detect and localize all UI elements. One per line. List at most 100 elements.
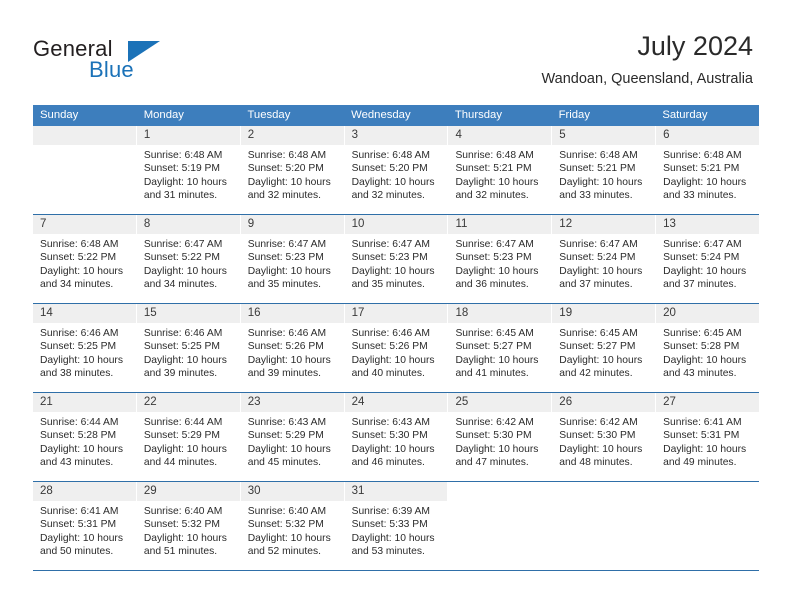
day-number: 19 [559, 307, 573, 319]
day-number-bar: 7 [33, 215, 136, 234]
calendar-day-cell[interactable]: 21 Sunrise: 6:44 AM Sunset: 5:28 PM Dayligh… [33, 393, 137, 481]
sunrise-text: Sunrise: 6:41 AM [663, 417, 742, 428]
day-number-bar: 26 [552, 393, 656, 412]
weekday-header-sunday: Sunday [40, 109, 79, 121]
sunrise-text: Sunrise: 6:40 AM [247, 506, 327, 517]
day-details: Sunrise: 6:40 AM Sunset: 5:32 PM Daylight:… [137, 501, 240, 559]
sunrise-text: Sunrise: 6:46 AM [247, 328, 327, 339]
calendar-day-cell[interactable]: 6 Sunrise: 6:48 AM Sunset: 5:21 PM Daylight… [656, 126, 760, 214]
sunrise-text: Sunrise: 6:43 AM [247, 417, 327, 428]
daylight-text-line2: and 36 minutes. [455, 279, 529, 291]
day-number: 5 [559, 129, 566, 141]
sunrise-text: Sunrise: 6:45 AM [663, 328, 742, 339]
day-details: Sunrise: 6:47 AM Sunset: 5:23 PM Daylight:… [241, 234, 344, 292]
day-number: 9 [247, 218, 255, 230]
sunrise-text: Sunrise: 6:48 AM [247, 150, 327, 161]
calendar-day-cell[interactable]: 17 Sunrise: 6:46 AM Sunset: 5:26 PM Dayligh… [344, 304, 449, 392]
daylight-text-line1: Daylight: 10 hours [455, 443, 539, 455]
daylight-text-line1: Daylight: 10 hours [559, 176, 643, 188]
daylight-text-line2: and 43 minutes. [663, 368, 737, 380]
calendar-day-cell[interactable]: 29 Sunrise: 6:40 AM Sunset: 5:32 PM Dayligh… [136, 482, 241, 570]
day-number: 20 [663, 307, 676, 319]
day-details: Sunrise: 6:48 AM Sunset: 5:20 PM Daylight:… [345, 145, 448, 203]
calendar-day-cell[interactable]: 25 Sunrise: 6:42 AM Sunset: 5:30 PM Dayligh… [448, 393, 553, 481]
calendar-day-cell[interactable]: 12 Sunrise: 6:47 AM Sunset: 5:24 PM Dayligh… [552, 215, 657, 303]
page-header: General Blue July 2024 Wandoan, Queensla… [0, 0, 792, 104]
sunset-text: Sunset: 5:24 PM [559, 252, 636, 264]
calendar-day-cell[interactable]: 30 Sunrise: 6:40 AM Sunset: 5:32 PM Dayligh… [240, 482, 345, 570]
calendar-day-cell[interactable]: 4 Sunrise: 6:48 AM Sunset: 5:21 PM Daylight… [448, 126, 553, 214]
calendar-day-cell[interactable]: 18 Sunrise: 6:45 AM Sunset: 5:27 PM Dayligh… [448, 304, 553, 392]
sunset-text: Sunset: 5:31 PM [40, 519, 117, 531]
calendar-day-cell[interactable]: 1 Sunrise: 6:48 AM Sunset: 5:19 PM Daylight… [136, 126, 241, 214]
calendar-day-cell[interactable]: 10 Sunrise: 6:47 AM Sunset: 5:23 PM Dayligh… [344, 215, 449, 303]
sunrise-text: Sunrise: 6:47 AM [559, 239, 638, 250]
daylight-text-line1: Daylight: 10 hours [247, 354, 331, 366]
day-details: Sunrise: 6:41 AM Sunset: 5:31 PM Daylight:… [33, 501, 136, 559]
day-number-bar: 2 [240, 126, 344, 145]
calendar-day-cell[interactable]: 14 Sunrise: 6:46 AM Sunset: 5:25 PM Dayligh… [33, 304, 137, 392]
calendar-week-row: 14 Sunrise: 6:46 AM Sunset: 5:25 PM Dayligh… [33, 304, 760, 393]
daylight-text-line1: Daylight: 10 hours [143, 443, 227, 455]
calendar-day-cell[interactable]: 24 Sunrise: 6:43 AM Sunset: 5:30 PM Dayligh… [344, 393, 449, 481]
calendar-day-cell[interactable]: 2 Sunrise: 6:48 AM Sunset: 5:20 PM Daylight… [240, 126, 345, 214]
day-details: Sunrise: 6:45 AM Sunset: 5:27 PM Daylight:… [552, 323, 655, 381]
daylight-text-line2: and 32 minutes. [351, 190, 425, 202]
calendar-day-cell[interactable]: 28 Sunrise: 6:41 AM Sunset: 5:31 PM Dayligh… [33, 482, 137, 570]
calendar-day-cell[interactable]: 23 Sunrise: 6:43 AM Sunset: 5:29 PM Dayligh… [240, 393, 345, 481]
calendar-day-cell[interactable]: 31 Sunrise: 6:39 AM Sunset: 5:33 PM Dayligh… [344, 482, 449, 570]
sunset-text: Sunset: 5:20 PM [351, 163, 428, 175]
day-details: Sunrise: 6:44 AM Sunset: 5:29 PM Daylight:… [137, 412, 240, 470]
day-details: Sunrise: 6:48 AM Sunset: 5:21 PM Daylight:… [448, 145, 551, 203]
daylight-text-line1: Daylight: 10 hours [143, 532, 227, 544]
day-number: 22 [143, 396, 157, 408]
daylight-text-line2: and 46 minutes. [351, 457, 425, 469]
day-number: 16 [247, 307, 261, 319]
daylight-text-line2: and 33 minutes. [559, 190, 633, 202]
calendar-day-cell[interactable]: 22 Sunrise: 6:44 AM Sunset: 5:29 PM Dayligh… [136, 393, 241, 481]
calendar-day-cell[interactable]: 15 Sunrise: 6:46 AM Sunset: 5:25 PM Dayligh… [136, 304, 241, 392]
sunset-text: Sunset: 5:26 PM [247, 341, 324, 353]
daylight-text-line2: and 31 minutes. [143, 190, 218, 202]
calendar-day-cell[interactable]: 5 Sunrise: 6:48 AM Sunset: 5:21 PM Daylight… [552, 126, 657, 214]
sunrise-text: Sunrise: 6:47 AM [351, 239, 430, 250]
sunrise-text: Sunrise: 6:48 AM [559, 150, 638, 161]
day-details: Sunrise: 6:46 AM Sunset: 5:26 PM Daylight:… [345, 323, 448, 381]
sunset-text: Sunset: 5:19 PM [143, 163, 220, 175]
sunset-text: Sunset: 5:23 PM [351, 252, 428, 264]
calendar-day-cell[interactable]: 7 Sunrise: 6:48 AM Sunset: 5:22 PM Daylight… [33, 215, 137, 303]
day-number: 1 [143, 129, 151, 141]
calendar-day-cell[interactable]: 3 Sunrise: 6:48 AM Sunset: 5:20 PM Daylight… [344, 126, 449, 214]
calendar-day-cell[interactable]: 13 Sunrise: 6:47 AM Sunset: 5:24 PM Dayligh… [656, 215, 760, 303]
daylight-text-line1: Daylight: 10 hours [663, 176, 747, 188]
daylight-text-line1: Daylight: 10 hours [247, 176, 331, 188]
calendar-day-cell[interactable]: 16 Sunrise: 6:46 AM Sunset: 5:26 PM Dayligh… [240, 304, 345, 392]
day-number: 15 [143, 307, 157, 319]
day-number: 25 [455, 396, 469, 408]
day-number: 14 [40, 307, 53, 319]
day-number-bar: 19 [552, 304, 656, 323]
daylight-text-line1: Daylight: 10 hours [559, 443, 643, 455]
calendar-day-cell[interactable]: 9 Sunrise: 6:47 AM Sunset: 5:23 PM Daylight… [240, 215, 345, 303]
calendar-day-cell-empty [552, 482, 657, 570]
day-number-bar: 10 [344, 215, 448, 234]
calendar-day-cell[interactable]: 26 Sunrise: 6:42 AM Sunset: 5:30 PM Dayligh… [552, 393, 657, 481]
sunset-text: Sunset: 5:25 PM [143, 341, 220, 353]
sunset-text: Sunset: 5:20 PM [247, 163, 324, 175]
page-subtitle-location: Wandoan, Queensland, Australia [541, 71, 753, 87]
sunset-text: Sunset: 5:21 PM [455, 163, 532, 175]
calendar-day-cell[interactable]: 27 Sunrise: 6:41 AM Sunset: 5:31 PM Dayligh… [656, 393, 760, 481]
day-number-bar: 23 [240, 393, 344, 412]
day-number-bar: 13 [656, 215, 760, 234]
calendar-day-cell[interactable]: 8 Sunrise: 6:47 AM Sunset: 5:22 PM Daylight… [136, 215, 241, 303]
sunrise-text: Sunrise: 6:42 AM [455, 417, 534, 428]
sunset-text: Sunset: 5:30 PM [351, 430, 428, 442]
sunrise-text: Sunrise: 6:47 AM [663, 239, 742, 250]
calendar-day-cell[interactable]: 20 Sunrise: 6:45 AM Sunset: 5:28 PM Dayligh… [656, 304, 760, 392]
day-number-bar: 12 [552, 215, 656, 234]
day-number: 10 [351, 218, 365, 230]
day-number: 29 [143, 485, 157, 497]
day-number-bar: 9 [240, 215, 344, 234]
calendar-day-cell[interactable]: 11 Sunrise: 6:47 AM Sunset: 5:23 PM Dayligh… [448, 215, 553, 303]
calendar-day-cell[interactable]: 19 Sunrise: 6:45 AM Sunset: 5:27 PM Dayligh… [552, 304, 657, 392]
